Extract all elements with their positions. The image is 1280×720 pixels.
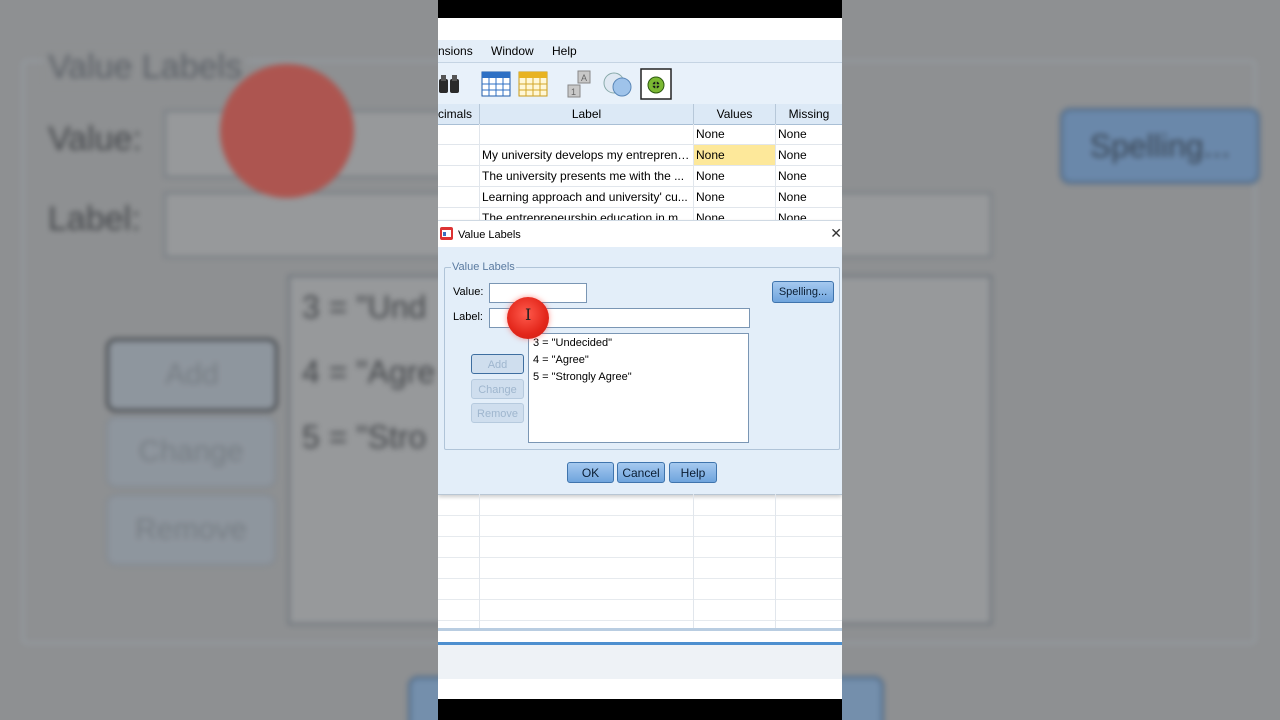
- cell-label[interactable]: My university develops my entrepreneuria…: [480, 145, 694, 165]
- col-header-values[interactable]: Values: [694, 104, 776, 124]
- table-row: [438, 515, 842, 537]
- grid-header: cimals Label Values Missing: [438, 104, 842, 125]
- close-icon[interactable]: ✕: [830, 225, 842, 242]
- cell-values-selected[interactable]: None: [694, 145, 776, 165]
- use-sets-icon[interactable]: [602, 69, 632, 99]
- bg-add-button: Add: [106, 338, 278, 412]
- bg-change-button: Change: [106, 416, 276, 488]
- table-row: My university develops my entrepreneuria…: [438, 145, 842, 166]
- list-item[interactable]: 5 = "Strongly Agree": [533, 371, 632, 383]
- bg-label-label: Label:: [48, 200, 141, 238]
- value-labels-list[interactable]: 3 = "Undecided" 4 = "Agree" 5 = "Strongl…: [528, 333, 749, 443]
- dialog-title-bar[interactable]: Value Labels ✕: [438, 221, 842, 247]
- grid-divider: [693, 494, 694, 628]
- bg-cursor-indicator: [220, 64, 354, 198]
- table-row: None None: [438, 124, 842, 145]
- list-item[interactable]: 4 = "Agree": [533, 354, 589, 366]
- ibeam-cursor-icon: I: [525, 305, 532, 324]
- find-icon[interactable]: [438, 69, 462, 99]
- bg-spelling-button: Spelling...: [1060, 108, 1260, 184]
- add-on-icon[interactable]: [640, 68, 672, 100]
- value-label: Value:: [453, 286, 484, 298]
- letterbox-bottom: [438, 699, 842, 720]
- menu-window[interactable]: Window: [491, 44, 534, 58]
- variable-grid: None None My university develops my entr…: [438, 124, 842, 229]
- col-header-decimals[interactable]: cimals: [438, 104, 480, 124]
- col-header-label[interactable]: Label: [480, 104, 694, 124]
- value-labels-dialog: Value Labels ✕ Value Labels Value: Label…: [438, 220, 842, 495]
- grid-divider: [479, 494, 480, 628]
- table-row: [438, 494, 842, 516]
- variable-grid-lower: [438, 494, 842, 628]
- status-bar: [438, 645, 842, 679]
- table-row: [438, 536, 842, 558]
- grid-divider: [775, 494, 776, 628]
- letterbox-top: [438, 0, 842, 18]
- cell-values[interactable]: None: [694, 166, 776, 186]
- menu-help[interactable]: Help: [552, 44, 577, 58]
- screen-strip: nsions Window Help A1 cimals Label Value…: [438, 0, 842, 720]
- table-row: [438, 599, 842, 621]
- value-labels-icon[interactable]: A1: [566, 69, 596, 99]
- menu-bar: nsions Window Help: [438, 40, 842, 63]
- cell-decimals[interactable]: [438, 166, 480, 186]
- cell-decimals[interactable]: [438, 124, 480, 144]
- menu-extensions[interactable]: nsions: [438, 44, 473, 58]
- help-button[interactable]: Help: [669, 462, 717, 483]
- spelling-button[interactable]: Spelling...: [772, 281, 834, 303]
- dialog-body: Value Labels Value: Label: Spelling... A…: [438, 247, 842, 494]
- spss-app-icon: [440, 227, 453, 240]
- add-button[interactable]: Add: [471, 354, 524, 374]
- cell-missing[interactable]: None: [776, 145, 842, 165]
- svg-text:A: A: [581, 73, 587, 83]
- table-row: [438, 578, 842, 600]
- cell-label[interactable]: [480, 124, 694, 144]
- ok-button[interactable]: OK: [567, 462, 614, 483]
- cell-missing[interactable]: None: [776, 124, 842, 144]
- dialog-title: Value Labels: [458, 229, 521, 241]
- cell-missing[interactable]: None: [776, 166, 842, 186]
- table-row: [438, 557, 842, 579]
- cell-missing[interactable]: None: [776, 187, 842, 207]
- cell-decimals[interactable]: [438, 187, 480, 207]
- change-button[interactable]: Change: [471, 379, 524, 399]
- cell-label[interactable]: The university presents me with the ...: [480, 166, 694, 186]
- svg-text:1: 1: [571, 87, 576, 97]
- table-row: The university presents me with the ... …: [438, 166, 842, 187]
- bg-remove-button: Remove: [106, 494, 276, 566]
- bg-group-title: Value Labels: [44, 48, 247, 87]
- table-row: Learning approach and university' cu... …: [438, 187, 842, 208]
- remove-button[interactable]: Remove: [471, 403, 524, 423]
- list-item[interactable]: 3 = "Undecided": [533, 337, 612, 349]
- cell-values[interactable]: None: [694, 187, 776, 207]
- bg-value-label: Value:: [48, 120, 142, 158]
- go-to-variable-icon[interactable]: [518, 69, 548, 99]
- go-to-case-icon[interactable]: [481, 69, 511, 99]
- col-header-missing[interactable]: Missing: [776, 104, 842, 124]
- label-label: Label:: [453, 311, 483, 323]
- cell-label[interactable]: Learning approach and university' cu...: [480, 187, 694, 207]
- cell-values[interactable]: None: [694, 124, 776, 144]
- group-title: Value Labels: [451, 261, 516, 273]
- cancel-button[interactable]: Cancel: [617, 462, 665, 483]
- cell-decimals[interactable]: [438, 145, 480, 165]
- toolbar: A1: [438, 63, 842, 105]
- scrollbar-track[interactable]: [438, 628, 842, 631]
